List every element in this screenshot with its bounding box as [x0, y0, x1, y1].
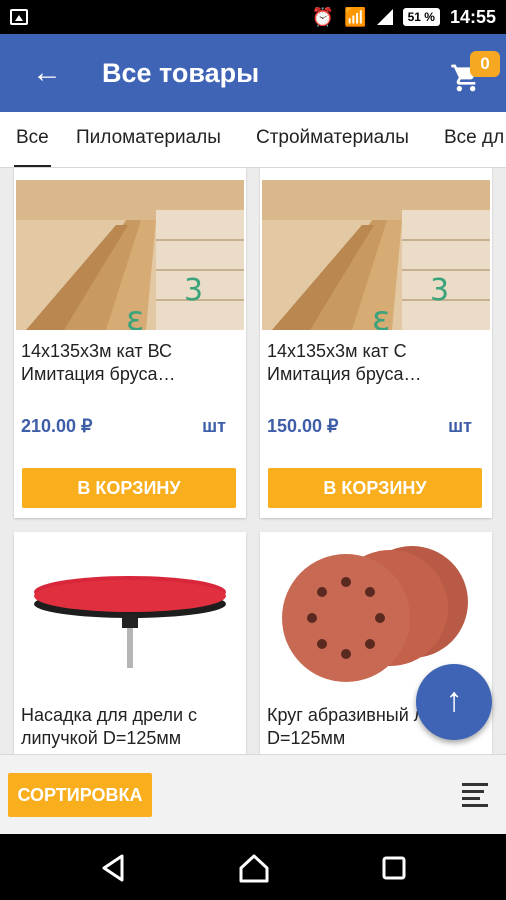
status-bar: ⏰ 📶 51 % 14:55 [0, 0, 506, 34]
tab-building-materials[interactable]: Стройматериалы [256, 112, 409, 167]
svg-text:3: 3 [430, 273, 449, 308]
status-icons: ⏰ 📶 51 % 14:55 [312, 0, 496, 34]
back-triangle-icon[interactable] [98, 852, 130, 884]
scroll-to-top-button[interactable]: ↑ [416, 664, 492, 740]
add-to-cart-button[interactable]: В КОРЗИНУ [268, 468, 482, 508]
wifi-icon: 📶 [344, 6, 367, 27]
tab-all[interactable]: Все [14, 112, 51, 167]
gallery-notification-icon [10, 9, 28, 25]
product-name: 14х135х3м кат С Имитация бруса… [267, 341, 422, 384]
home-icon[interactable] [238, 852, 270, 884]
cell-signal-icon [376, 9, 393, 25]
product-unit: шт [202, 416, 226, 436]
clock: 14:55 [449, 6, 496, 27]
product-image-lumber: 3 ε [262, 180, 490, 330]
filter-list-icon[interactable] [462, 783, 488, 807]
battery-indicator: 51 % [402, 8, 440, 26]
add-to-cart-button[interactable]: В КОРЗИНУ [22, 468, 236, 508]
tab-lumber[interactable]: Пиломатериалы [76, 112, 221, 167]
product-name: Насадка для дрели с липучкой D=125мм [21, 705, 198, 748]
product-image-drill-pad [16, 544, 244, 694]
arrow-up-icon: ↑ [445, 681, 463, 719]
category-tabs: Все Пиломатериалы Стройматериалы Все дл [0, 112, 506, 168]
sort-button[interactable]: СОРТИРОВКА [8, 773, 152, 817]
product-grid: 3 ε 14х135х3м кат ВС Имитация бруса… 210… [0, 168, 506, 754]
svg-text:ε: ε [126, 299, 144, 330]
system-nav-bar [0, 834, 506, 900]
back-arrow-icon[interactable]: ← [30, 56, 64, 90]
product-price: 150.00 ₽ [267, 416, 339, 436]
svg-text:ε: ε [372, 299, 390, 330]
bottom-bar: СОРТИРОВКА [0, 754, 506, 834]
product-price: 210.00 ₽ [21, 416, 93, 436]
product-card[interactable]: 3 ε 14х135х3м кат С Имитация бруса… 150.… [260, 168, 492, 518]
product-card[interactable]: 3 ε 14х135х3м кат ВС Имитация бруса… 210… [14, 168, 246, 518]
alarm-icon: ⏰ [311, 6, 335, 27]
recents-square-icon[interactable] [378, 852, 410, 884]
product-image-lumber: 3 ε [16, 180, 244, 330]
cart-count-badge[interactable]: 0 [470, 51, 500, 77]
tab-all-for[interactable]: Все дл [444, 112, 504, 167]
product-card[interactable]: Насадка для дрели с липучкой D=125мм [14, 532, 246, 754]
product-unit: шт [448, 416, 472, 436]
page-title: Все товары [102, 58, 260, 88]
product-name: 14х135х3м кат ВС Имитация бруса… [21, 341, 176, 384]
svg-text:3: 3 [184, 273, 203, 308]
app-bar: ← Все товары 0 [0, 34, 506, 112]
